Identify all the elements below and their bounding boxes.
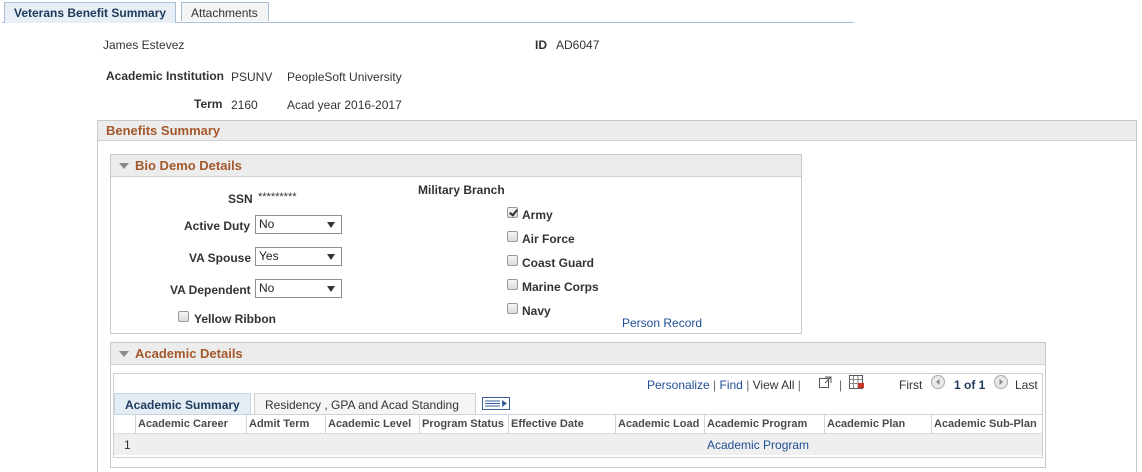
collapse-triangle-icon	[119, 351, 129, 357]
va-dependent-value: No	[259, 281, 275, 295]
grid-tab-residency-gpa[interactable]: Residency , GPA and Acad Standing	[254, 393, 476, 415]
next-arrow-icon[interactable]	[994, 375, 1008, 389]
column-header-effective-date[interactable]: Effective Date	[511, 418, 584, 430]
table-row	[114, 434, 1042, 455]
term-description: Acad year 2016-2017	[287, 98, 402, 112]
id-label: ID	[535, 38, 547, 52]
term-code: 2160	[231, 98, 258, 112]
dropdown-arrow-icon	[327, 222, 335, 228]
column-header-academic-career[interactable]: Academic Career	[138, 418, 228, 430]
army-label: Army	[522, 208, 553, 222]
active-duty-select[interactable]: No	[255, 215, 342, 234]
toolbar-separator: |	[839, 378, 843, 392]
va-spouse-value: Yes	[259, 249, 279, 263]
active-duty-label: Active Duty	[184, 219, 251, 233]
collapse-triangle-icon	[119, 163, 129, 169]
ssn-label: SSN	[228, 192, 253, 206]
previous-arrow-icon[interactable]	[931, 375, 945, 389]
grid-tab-academic-summary[interactable]: Academic Summary	[114, 393, 251, 415]
row-number: 1	[124, 438, 131, 452]
institution-name: PeopleSoft University	[287, 70, 402, 84]
student-name: James Estevez	[103, 38, 185, 52]
column-header-academic-load[interactable]: Academic Load	[618, 418, 699, 430]
tab-veterans-benefit-summary[interactable]: Veterans Benefit Summary	[4, 2, 177, 23]
academic-program-link[interactable]: Academic Program	[707, 438, 809, 452]
download-spreadsheet-icon[interactable]	[849, 375, 865, 389]
active-duty-value: No	[259, 217, 275, 231]
bio-demo-box: Bio Demo Details	[110, 154, 802, 334]
page-info: 1 of 1	[954, 378, 986, 392]
coast-guard-checkbox[interactable]	[507, 255, 518, 266]
view-all-link[interactable]: View All	[753, 378, 795, 392]
ssn-value: *********	[258, 191, 297, 203]
tab-attachments[interactable]: Attachments	[181, 2, 269, 21]
va-spouse-select[interactable]: Yes	[255, 247, 342, 266]
column-header-program-status[interactable]: Program Status	[422, 418, 504, 430]
term-label: Term	[194, 97, 223, 111]
person-record-link[interactable]: Person Record	[622, 316, 702, 330]
id-value: AD6047	[556, 38, 600, 52]
va-dependent-label: VA Dependent	[170, 283, 251, 297]
column-header-academic-program[interactable]: Academic Program	[707, 418, 807, 430]
column-header-academic-plan[interactable]: Academic Plan	[827, 418, 905, 430]
find-link[interactable]: Find	[720, 378, 743, 392]
dropdown-arrow-icon	[327, 254, 335, 260]
coast-guard-label: Coast Guard	[522, 256, 595, 270]
army-checkbox[interactable]	[507, 207, 518, 218]
show-all-columns-icon[interactable]	[482, 397, 510, 410]
yellow-ribbon-checkbox[interactable]	[178, 311, 189, 322]
column-header-academic-level[interactable]: Academic Level	[328, 418, 411, 430]
va-spouse-label: VA Spouse	[189, 251, 252, 265]
yellow-ribbon-label: Yellow Ribbon	[194, 312, 277, 326]
new-window-icon[interactable]	[819, 376, 832, 388]
institution-code: PSUNV	[231, 70, 273, 84]
navy-checkbox[interactable]	[507, 303, 518, 314]
marine-corps-checkbox[interactable]	[507, 279, 518, 290]
academic-details-header[interactable]: Academic Details	[111, 343, 1045, 365]
first-label: First	[899, 378, 923, 392]
academic-institution-label: Academic Institution	[106, 69, 225, 83]
academic-details-title: Academic Details	[135, 346, 243, 361]
bio-demo-title: Bio Demo Details	[135, 158, 242, 173]
dropdown-arrow-icon	[327, 286, 335, 292]
navy-label: Navy	[522, 304, 551, 318]
bio-demo-header[interactable]: Bio Demo Details	[111, 155, 801, 177]
tab-attachments-label: Attachments	[191, 6, 258, 20]
va-dependent-select[interactable]: No	[255, 279, 342, 298]
marine-corps-label: Marine Corps	[522, 280, 599, 294]
personalize-link[interactable]: Personalize	[647, 378, 710, 392]
last-label: Last	[1015, 378, 1038, 392]
column-header-academic-sub-plan[interactable]: Academic Sub-Plan	[934, 418, 1037, 430]
column-header-admit-term[interactable]: Admit Term	[249, 418, 309, 430]
toolbar-separator: |	[797, 378, 801, 392]
air-force-checkbox[interactable]	[507, 231, 518, 242]
benefits-summary-title: Benefits Summary	[106, 123, 221, 138]
military-branch-label: Military Branch	[418, 183, 505, 197]
benefits-summary-header: Benefits Summary	[98, 121, 1136, 141]
grid-toolbar: Personalize | Find | View All |	[647, 378, 801, 392]
air-force-label: Air Force	[522, 232, 575, 246]
